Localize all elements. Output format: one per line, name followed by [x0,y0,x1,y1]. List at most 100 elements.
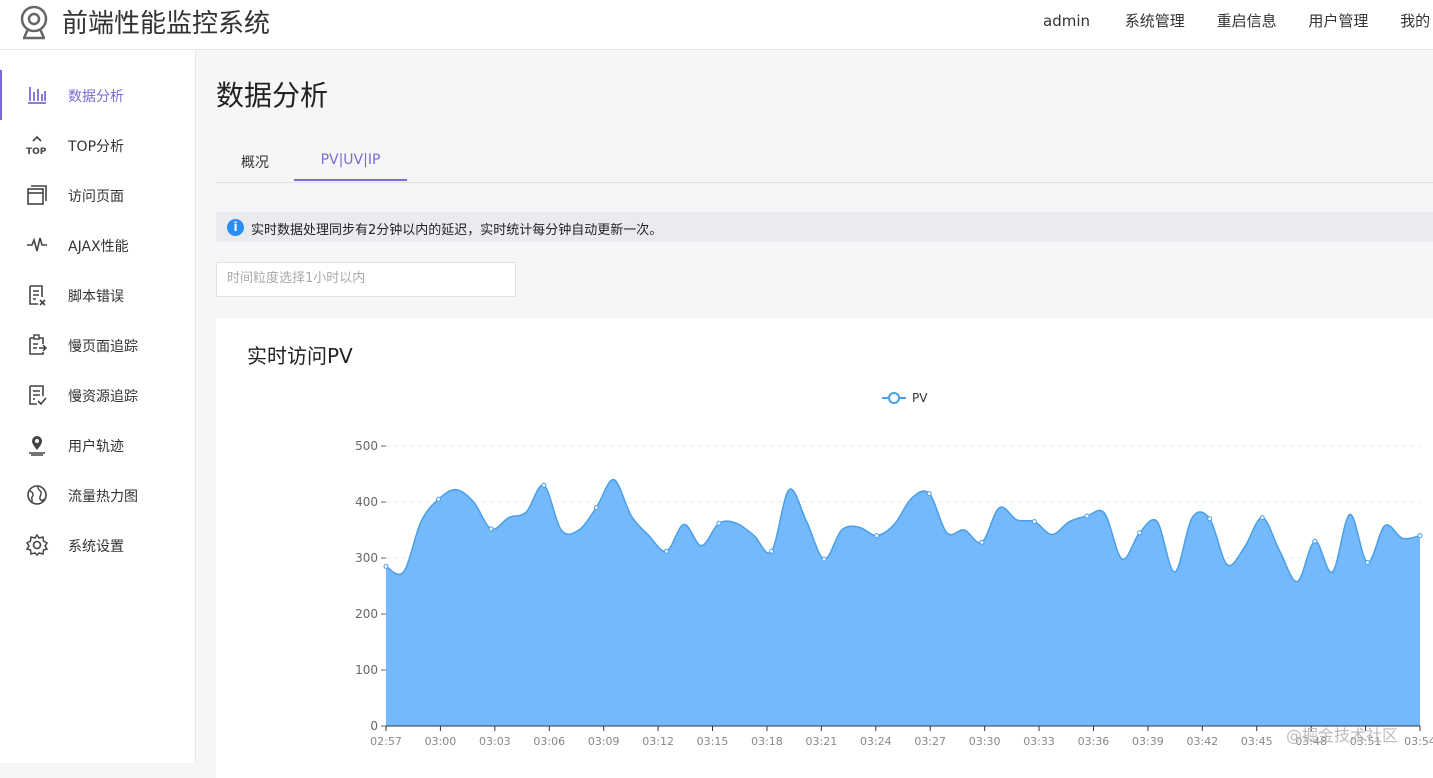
y-tick-label: 200 [355,607,378,621]
y-tick-label: 400 [355,495,378,509]
pv-area [386,479,1420,726]
x-tick-label: 03:21 [806,735,838,748]
time-granularity-select[interactable] [216,262,517,297]
y-tick-label: 0 [370,719,378,733]
pv-point [488,526,494,532]
location-pin-icon [29,436,45,456]
pv-point [383,563,389,569]
nav-user-management[interactable]: 用户管理 [1308,10,1368,31]
top-nav: admin 系统管理 重启信息 用户管理 我的 [1043,10,1433,31]
pv-point [874,533,880,539]
pv-point [1312,538,1318,544]
legend-marker [888,392,900,404]
sidebar-item-label: 慢页面追踪 [68,339,138,355]
sidebar-item-system-settings[interactable]: 系统设置 [0,520,195,570]
sidebar-item-top-analysis[interactable]: TOP TOP分析 [0,120,195,170]
nav-mine[interactable]: 我的 [1400,10,1430,31]
sidebar-item-slow-page-trace[interactable]: 慢页面追踪 [0,320,195,370]
sidebar-item-label: AJAX性能 [68,239,129,255]
pv-point [716,520,722,526]
pulse-icon [27,237,47,252]
sidebar-item-label: 慢资源追踪 [68,389,138,405]
y-tick-label: 100 [355,663,378,677]
pv-point [541,482,547,488]
sidebar-item-user-trace[interactable]: 用户轨迹 [0,420,195,470]
gear-icon [25,533,49,557]
top-icon: TOP [26,135,47,157]
app-title: 前端性能监控系统 [62,9,271,39]
watermark: @掘金技术社区 [1286,726,1399,745]
top-header: 前端性能监控系统 admin 系统管理 重启信息 用户管理 我的 [0,0,1433,50]
info-icon: i [227,219,244,236]
x-tick-label: 03:00 [425,735,457,748]
sidebar-item-slow-resource-trace[interactable]: 慢资源追踪 [0,370,195,420]
sidebar-item-script-errors[interactable]: 脚本错误 [0,270,195,320]
pv-point [593,505,599,511]
pv-point [663,548,669,554]
tab-bar: 概况 PV|UV|IP [216,140,1433,183]
y-tick-label: 500 [355,439,378,453]
tab-pv-uv-ip[interactable]: PV|UV|IP [294,152,407,181]
x-tick-label: 03:33 [1023,735,1055,748]
page-title: 数据分析 [216,79,329,112]
globe-icon [27,485,47,505]
nav-restart-info[interactable]: 重启信息 [1217,10,1277,31]
sidebar-item-data-analysis[interactable]: 数据分析 [0,70,195,120]
pv-point [1364,559,1370,565]
pv-chart-card: 实时访问PV PV 0 100 200 300 400 500 02:57 03:00 03:03… [216,318,1433,778]
x-tick-label: 03:42 [1186,735,1218,748]
sidebar-item-traffic-heatmap[interactable]: 流量热力图 [0,470,195,520]
x-tick-label: 03:15 [697,735,729,748]
pv-point [1084,513,1090,519]
pv-point [436,496,442,502]
pv-point [1417,533,1423,539]
pv-point [1031,519,1037,525]
sidebar-item-label: 流量热力图 [68,489,138,505]
x-tick-label: 03:36 [1078,735,1110,748]
x-tick-label: 03:39 [1132,735,1164,748]
x-tick-label: 03:12 [642,735,674,748]
nav-system-management[interactable]: 系统管理 [1125,10,1185,31]
x-tick-label: 03:30 [969,735,1001,748]
pv-area-chart: PV 0 100 200 300 400 500 02:57 03:00 03:03 03:06 03… [355,391,1433,748]
pv-point [1207,516,1213,522]
x-tick-label: 03:24 [860,735,892,748]
x-tick-label: 03:54 [1404,735,1433,748]
tab-overview[interactable]: 概况 [241,152,269,189]
sidebar-item-ajax-performance[interactable]: AJAX性能 [0,220,195,270]
sidebar-item-label: 数据分析 [68,89,124,105]
pv-point [1259,515,1265,521]
script-error-icon [29,285,46,306]
pv-point [926,491,932,497]
bar-chart-icon [28,87,46,104]
pv-point [821,556,827,562]
nav-user[interactable]: admin [1043,12,1090,30]
sidebar-item-visited-pages[interactable]: 访问页面 [0,170,195,220]
pv-point [979,539,985,545]
clipboard-arrow-icon [29,334,48,355]
svg-text:TOP: TOP [26,147,47,157]
info-notice: i 实时数据处理同步有2分钟以内的延迟，实时统计每分钟自动更新一次。 [216,212,1433,242]
time-granularity-input[interactable] [217,263,517,294]
pv-point [1137,530,1143,536]
sidebar-item-label: 脚本错误 [68,289,124,305]
checklist-icon [29,385,47,406]
sidebar-item-label: TOP分析 [68,139,125,155]
sidebar-item-label: 系统设置 [68,539,124,555]
main-content: 数据分析 概况 PV|UV|IP i 实时数据处理同步有2分钟以内的延迟，实时统… [216,50,1433,778]
x-tick-label: 03:27 [914,735,946,748]
x-tick-label: 03:06 [533,735,565,748]
x-tick-label: 03:18 [751,735,783,748]
legend-label: PV [912,391,928,405]
x-tick-label: 03:45 [1241,735,1273,748]
pages-icon [27,185,47,205]
sidebar: 数据分析 TOP TOP分析 访问页面 AJAX性能 脚本错误 慢页面追踪 慢资… [0,50,196,763]
x-tick-label: 03:03 [479,735,511,748]
camera-logo-icon [20,5,48,40]
sidebar-item-label: 访问页面 [68,189,124,205]
x-tick-label: 03:09 [588,735,620,748]
y-tick-label: 300 [355,551,378,565]
sidebar-item-label: 用户轨迹 [68,439,124,455]
notice-text: 实时数据处理同步有2分钟以内的延迟，实时统计每分钟自动更新一次。 [251,223,663,238]
x-tick-label: 02:57 [370,735,402,748]
